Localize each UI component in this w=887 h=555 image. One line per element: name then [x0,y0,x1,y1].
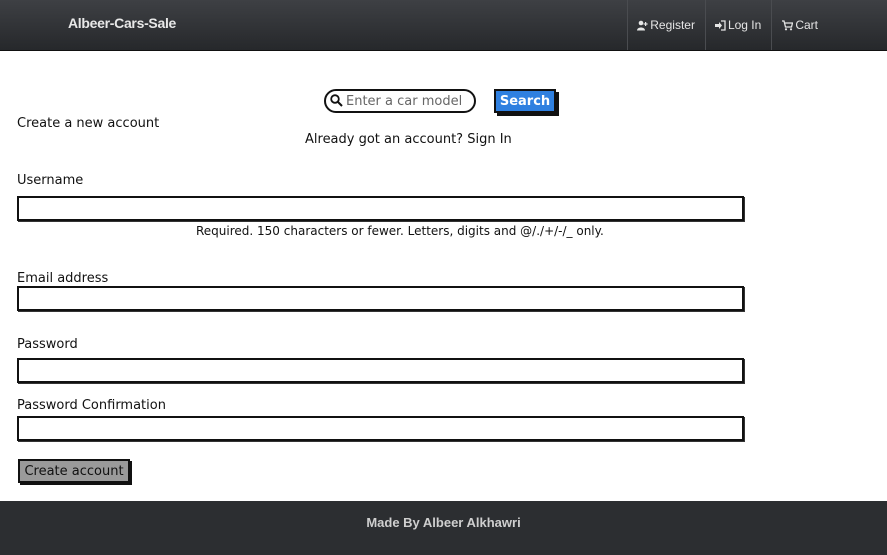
search-button[interactable]: Search [494,89,556,113]
page-title: Create a new account [17,116,160,131]
username-help-text: Required. 150 characters or fewer. Lette… [196,224,604,238]
nav-register-label: Register [650,18,695,32]
cart-icon [782,19,794,30]
brand-logo[interactable]: Albeer-Cars-Sale [68,15,176,31]
search-input[interactable] [324,89,476,113]
nav-login-label: Log In [727,18,762,32]
email-label: Email address [17,271,109,286]
username-field[interactable] [17,196,744,221]
email-field[interactable] [17,286,744,311]
add-user-icon [637,20,648,30]
signin-link[interactable]: Sign In [467,132,512,147]
nav-cart-link[interactable]: Cart [771,0,887,50]
navbar: Albeer-Cars-Sale Register Log In Cart [0,0,887,51]
password-field[interactable] [17,358,744,383]
signin-prompt: Already got an account? Sign In [305,132,512,147]
footer-credit: Made By Albeer Alkhawri [366,515,521,530]
nav-cart-label: Cart [795,18,818,32]
log-in-icon [714,19,726,31]
nav-register-link[interactable]: Register [627,0,705,50]
password-confirm-label: Password Confirmation [17,398,166,413]
create-account-button[interactable]: Create account [18,459,130,483]
search-icon [330,94,343,107]
nav-menu: Register Log In Cart [627,0,887,50]
password-label: Password [17,337,78,352]
nav-login-link[interactable]: Log In [704,0,771,50]
signin-prompt-text: Already got an account? [305,132,464,147]
username-label: Username [17,173,84,188]
password-confirm-field[interactable] [17,416,744,441]
footer: Made By Albeer Alkhawri [0,501,887,555]
